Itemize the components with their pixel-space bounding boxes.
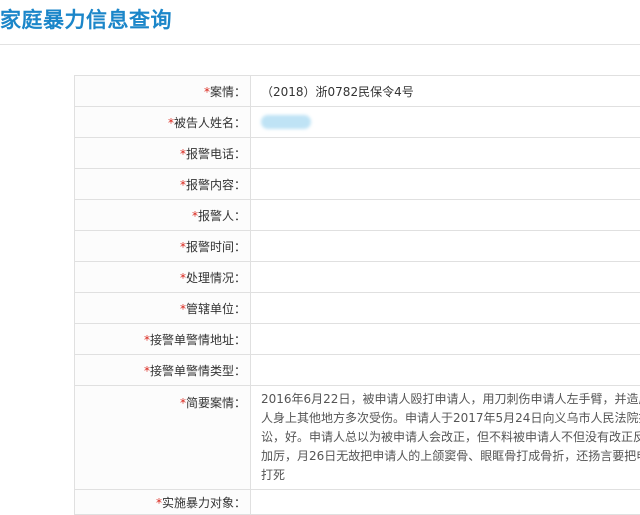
redacted-name <box>261 115 311 129</box>
field-label-violence-target: *实施暴力对象： <box>75 490 251 515</box>
field-label-handling: *处理情况： <box>75 262 251 293</box>
field-label-reporter: *报警人： <box>75 200 251 231</box>
table-row: *报警时间： <box>75 231 640 262</box>
table-row: *报警内容： <box>75 169 640 200</box>
table-row: *案情： （2018）浙0782民保令4号 <box>75 76 640 107</box>
field-value-case: （2018）浙0782民保令4号 <box>251 76 640 107</box>
field-label-jurisdiction: *管辖单位： <box>75 293 251 324</box>
page-title: 家庭暴力信息查询 <box>0 4 172 34</box>
field-value-defendant-name <box>251 107 640 138</box>
table-row: *处理情况： <box>75 262 640 293</box>
table-row: *报警人： <box>75 200 640 231</box>
table-row: *简要案情： 2016年6月22日，被申请人殴打申请人，用刀刺伤申请人左手臂，并… <box>75 386 640 490</box>
field-value-report-content <box>251 169 640 200</box>
field-value-incident-type <box>251 355 640 386</box>
table-row: *接警单警情类型： <box>75 355 640 386</box>
field-label-report-content: *报警内容： <box>75 169 251 200</box>
field-value-violence-target <box>251 490 640 515</box>
field-value-report-time <box>251 231 640 262</box>
field-label-incident-address: *接警单警情地址： <box>75 324 251 355</box>
table-row: *接警单警情地址： <box>75 324 640 355</box>
field-label-case: *案情： <box>75 76 251 107</box>
field-label-defendant-name: *被告人姓名： <box>75 107 251 138</box>
table-row: *被告人姓名： <box>75 107 640 138</box>
table-row: *管辖单位： <box>75 293 640 324</box>
table-row: *实施暴力对象： <box>75 490 640 515</box>
field-label-incident-type: *接警单警情类型： <box>75 355 251 386</box>
summary-text: 2016年6月22日，被申请人殴打申请人，用刀刺伤申请人左手臂，并造成申请人身上… <box>261 386 640 489</box>
field-label-report-time: *报警时间： <box>75 231 251 262</box>
table-row: *报警电话： <box>75 138 640 169</box>
info-table: *案情： （2018）浙0782民保令4号 *被告人姓名： *报警电话： *报警… <box>74 75 640 515</box>
field-label-report-phone: *报警电话： <box>75 138 251 169</box>
field-value-report-phone <box>251 138 640 169</box>
field-value-reporter <box>251 200 640 231</box>
field-label-summary: *简要案情： <box>75 386 251 490</box>
field-value-jurisdiction <box>251 293 640 324</box>
title-divider <box>0 44 640 45</box>
field-value-handling <box>251 262 640 293</box>
field-value-incident-address <box>251 324 640 355</box>
field-value-summary: 2016年6月22日，被申请人殴打申请人，用刀刺伤申请人左手臂，并造成申请人身上… <box>251 386 640 490</box>
